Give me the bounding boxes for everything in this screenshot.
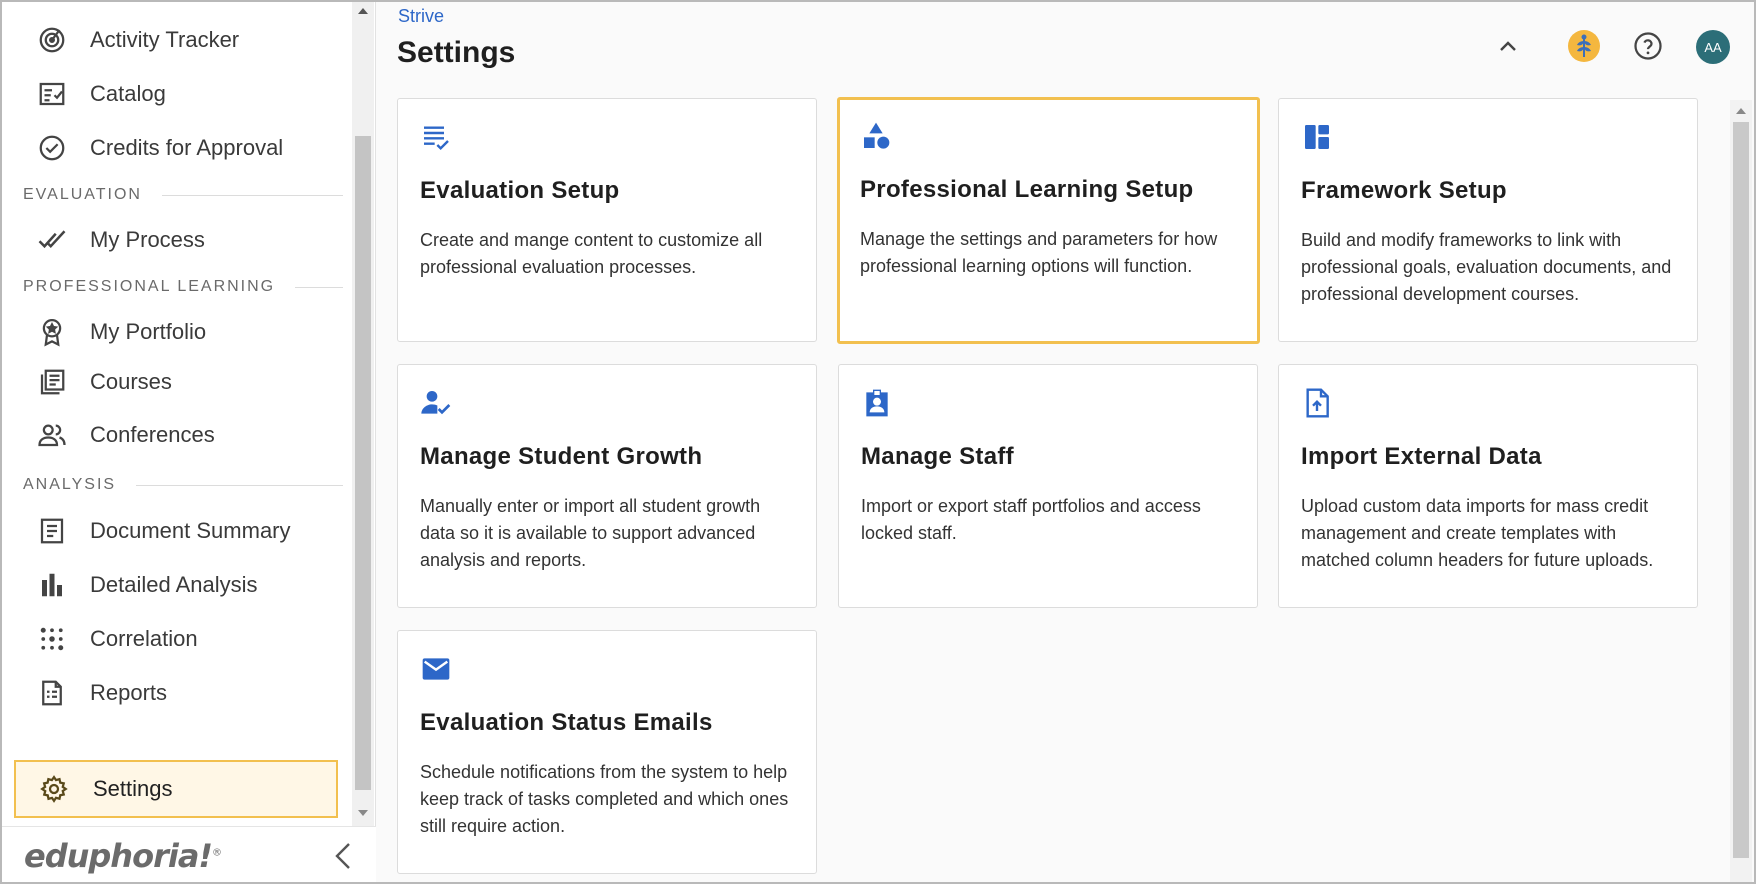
dashboard-icon [1301,121,1333,153]
logo-registered-mark: ® [212,847,222,859]
sidebar-item-reports[interactable]: Reports [22,668,342,718]
wheat-logo-icon [1568,30,1600,62]
card-professional-learning-setup[interactable]: Professional Learning Setup Manage the s… [837,97,1260,344]
main-scrollbar-thumb[interactable] [1733,122,1749,858]
bar-chart-icon [34,567,70,603]
section-header-professional-learning: PROFESSIONAL LEARNING [23,276,343,298]
gear-icon [38,773,70,805]
double-check-icon [34,222,70,258]
sidebar-item-label: Credits for Approval [90,135,284,160]
section-divider [295,286,343,288]
sidebar-item-catalog[interactable]: Catalog [22,69,342,119]
card-framework-setup[interactable]: Framework Setup Build and modify framewo… [1278,98,1698,342]
sidebar-nav: Activity Tracker Catalog Credits for App… [0,0,350,826]
card-evaluation-status-emails[interactable]: Evaluation Status Emails Schedule notifi… [397,630,817,874]
app-switcher-button[interactable] [1566,28,1602,64]
section-divider [161,194,343,196]
person-check-icon [420,387,452,419]
people-icon [34,417,70,453]
sidebar-item-label: My Process [90,227,205,252]
section-label: ANALYSIS [23,476,117,493]
sidebar-item-detailed-analysis[interactable]: Detailed Analysis [22,560,342,610]
sidebar-item-label: Document Summary [90,518,291,543]
card-description: Manage the settings and parameters for h… [860,229,1218,276]
sidebar-item-conferences[interactable]: Conferences [22,410,342,460]
card-title: Manage Student Growth [420,443,703,470]
chevron-left-icon [335,843,350,869]
sidebar-item-label: Correlation [90,626,198,651]
breadcrumb-strive[interactable]: Strive [398,6,444,27]
card-description: Create and mange content to customize al… [420,230,763,277]
section-header-analysis: ANALYSIS [23,474,343,496]
card-manage-student-growth[interactable]: Manage Student Growth Manually enter or … [397,364,817,608]
section-label: PROFESSIONAL LEARNING [23,278,276,295]
section-label: EVALUATION [23,186,142,203]
user-avatar[interactable]: AA [1696,30,1730,64]
card-manage-staff[interactable]: Manage Staff Import or export staff port… [838,364,1258,608]
sidebar-item-correlation[interactable]: Correlation [22,614,342,664]
sidebar-item-courses[interactable]: Courses [22,357,342,407]
section-divider [136,484,343,486]
checklist-icon [34,76,70,112]
help-icon [1634,32,1662,60]
collapse-header-button[interactable] [1490,28,1526,64]
scroll-up-arrow-icon[interactable] [352,0,374,22]
sidebar: Activity Tracker Catalog Credits for App… [0,0,376,884]
badge-icon [861,387,893,419]
sidebar-item-label: Catalog [90,81,166,106]
dots-icon [34,621,70,657]
sidebar-item-label: Detailed Analysis [90,572,258,597]
sidebar-item-label: Settings [93,776,173,801]
card-evaluation-setup[interactable]: Evaluation Setup Create and mange conten… [397,98,817,342]
sidebar-item-label: Reports [90,680,168,705]
library-icon [34,364,70,400]
card-description: Build and modify frameworks to link with… [1301,230,1672,304]
sidebar-item-document-summary[interactable]: Document Summary [22,506,342,556]
report-icon [34,675,70,711]
card-title: Manage Staff [861,443,1014,470]
award-icon [34,314,70,350]
card-description: Upload custom data imports for mass cred… [1301,496,1654,570]
shapes-icon [860,120,892,152]
scroll-down-arrow-icon[interactable] [352,802,374,824]
mail-icon [420,653,452,685]
sidebar-item-label: Activity Tracker [90,27,240,52]
sidebar-item-my-portfolio[interactable]: My Portfolio [22,307,342,357]
card-description: Manually enter or import all student gro… [420,496,761,570]
sidebar-item-my-process[interactable]: My Process [22,215,342,265]
document-icon [34,513,70,549]
card-import-external-data[interactable]: Import External Data Upload custom data … [1278,364,1698,608]
section-header-evaluation: EVALUATION [23,184,343,206]
help-button[interactable] [1630,28,1666,64]
card-title: Framework Setup [1301,177,1507,204]
eduphoria-logo: eduphoria!® [24,837,222,875]
main-scroll-up-arrow-icon[interactable] [1730,100,1752,122]
collapse-sidebar-button[interactable] [326,839,360,873]
card-title: Professional Learning Setup [860,176,1194,203]
target-icon [34,22,70,58]
sidebar-item-label: Conferences [90,422,215,447]
scrollbar-thumb[interactable] [355,136,371,790]
file-upload-icon [1301,387,1333,419]
chevron-up-icon [1500,41,1516,51]
list-check-icon [420,121,452,153]
card-description: Import or export staff portfolios and ac… [861,496,1201,543]
sidebar-item-label: Courses [90,369,172,394]
card-title: Import External Data [1301,443,1542,470]
sidebar-item-activity-tracker[interactable]: Activity Tracker [22,15,342,65]
main-scrollbar[interactable] [1730,100,1752,882]
card-description: Schedule notifications from the system t… [420,762,789,836]
card-title: Evaluation Setup [420,177,620,204]
sidebar-footer: eduphoria!® [0,826,376,884]
sidebar-item-settings[interactable]: Settings [14,760,338,818]
sidebar-item-credits-for-approval[interactable]: Credits for Approval [22,123,342,173]
sidebar-scrollbar[interactable] [352,0,374,826]
sidebar-item-label: My Portfolio [90,319,207,344]
check-circle-icon [34,130,70,166]
logo-text: eduphoria! [24,837,213,875]
card-title: Evaluation Status Emails [420,709,713,736]
page-title: Settings [397,36,516,69]
